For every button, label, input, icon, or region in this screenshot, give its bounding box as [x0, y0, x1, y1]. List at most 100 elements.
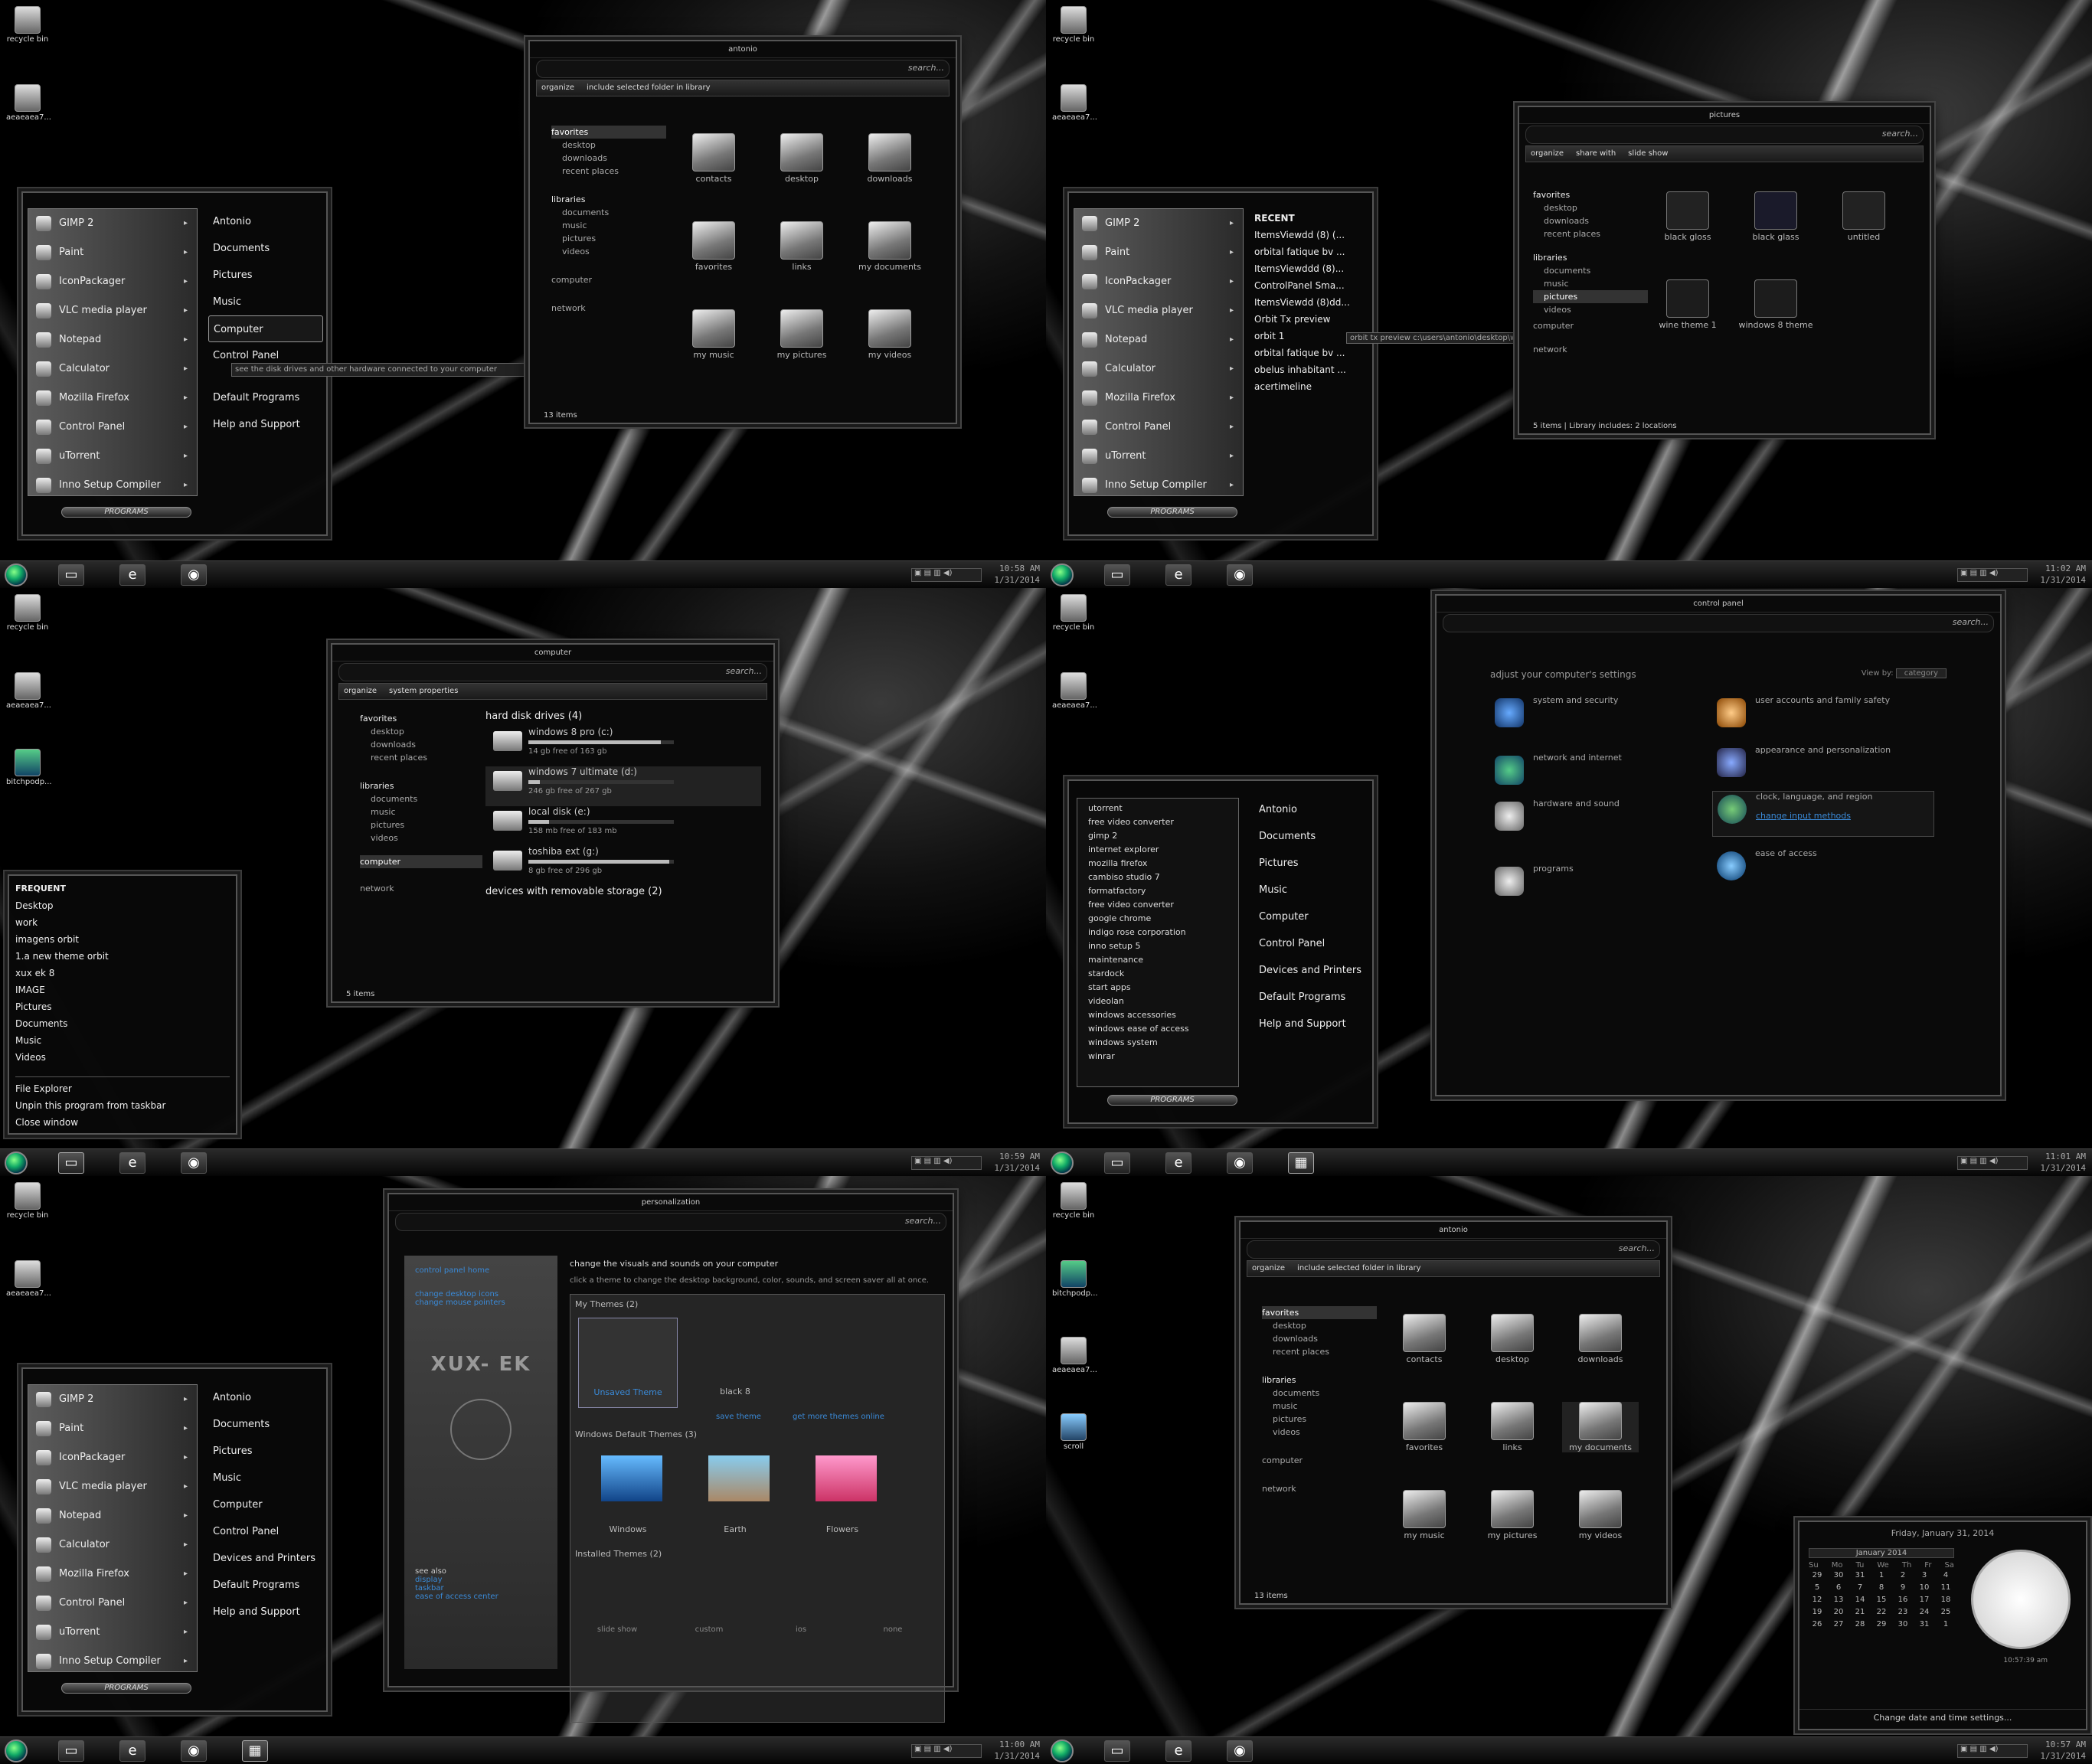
calendar-day[interactable]: 27: [1830, 1619, 1847, 1631]
nav-item[interactable]: recent places: [1533, 227, 1648, 240]
chrome-taskbar-icon[interactable]: ◉: [181, 564, 207, 586]
start-item[interactable]: Control Panel: [28, 1589, 197, 1618]
clock[interactable]: 10:57 AM 1/31/2014: [2040, 1739, 2086, 1762]
programs-button[interactable]: PROGRAMS: [61, 1683, 191, 1694]
start-link[interactable]: Antonio: [208, 208, 323, 235]
start-item[interactable]: GIMP 2: [28, 1385, 197, 1414]
folder-tile[interactable]: links: [1474, 1402, 1551, 1452]
start-item[interactable]: Calculator: [28, 1530, 197, 1560]
nav-item[interactable]: recent places: [551, 165, 666, 178]
folder-tile[interactable]: my documents: [852, 221, 928, 272]
calendar-day[interactable]: 23: [1894, 1606, 1911, 1619]
calendar-day[interactable]: 30: [1894, 1619, 1911, 1631]
drive-item[interactable]: local disk (e:) 158 mb free of 183 mb: [485, 806, 761, 846]
nav-item[interactable]: network: [1262, 1482, 1377, 1495]
folder-tile[interactable]: my videos: [1562, 1490, 1639, 1540]
start-link[interactable]: Default Programs: [208, 1572, 323, 1599]
jumplist-item[interactable]: imagens orbit: [15, 931, 230, 948]
get-more-themes-link[interactable]: get more themes online: [793, 1413, 884, 1421]
none-option[interactable]: none: [851, 1570, 935, 1634]
calendar-day[interactable]: 1: [1873, 1570, 1890, 1582]
chrome-taskbar-icon[interactable]: ◉: [1227, 1152, 1253, 1174]
start-item[interactable]: uTorrent: [28, 1618, 197, 1647]
start-button[interactable]: [1051, 1152, 1074, 1174]
folder-tile[interactable]: desktop: [1474, 1314, 1551, 1364]
start-item[interactable]: Mozilla Firefox: [28, 384, 197, 413]
start-link[interactable]: Antonio: [208, 1384, 323, 1411]
explorer-taskbar-icon[interactable]: ▭: [58, 1740, 84, 1762]
system-properties-button[interactable]: system properties: [389, 687, 458, 695]
category-item[interactable]: system and security: [1490, 695, 1705, 741]
file-icon[interactable]: aeaeaea7...: [1052, 672, 1097, 710]
nav-item[interactable]: libraries: [360, 779, 482, 792]
system-tray[interactable]: ▣ ▤ ▥ ◀): [1957, 1156, 2028, 1170]
theme-flowers[interactable]: Flowers: [793, 1448, 892, 1538]
calendar-day[interactable]: 21: [1852, 1606, 1868, 1619]
start-item[interactable]: Calculator: [1074, 354, 1243, 384]
nav-item[interactable]: recent places: [1262, 1345, 1377, 1358]
calendar-day[interactable]: 31: [1916, 1619, 1933, 1631]
start-button[interactable]: [1051, 564, 1074, 586]
start-item[interactable]: Mozilla Firefox: [28, 1560, 197, 1589]
nav-item[interactable]: favorites: [1262, 1306, 1377, 1319]
nav-item[interactable]: desktop: [1533, 201, 1648, 214]
folder-tile[interactable]: my videos: [852, 309, 928, 360]
folder-tile[interactable]: my pictures: [1474, 1490, 1551, 1540]
nav-item[interactable]: music: [1262, 1400, 1377, 1413]
change-date-time-link[interactable]: Change date and time settings...: [1799, 1709, 2086, 1723]
calendar-day[interactable]: 13: [1830, 1594, 1847, 1606]
start-item[interactable]: Calculator: [28, 354, 197, 384]
organize-button[interactable]: organize: [1252, 1264, 1285, 1272]
start-link[interactable]: Documents: [208, 235, 323, 262]
start-item[interactable]: Control Panel: [1074, 413, 1243, 442]
program-item[interactable]: free video converter: [1088, 898, 1235, 912]
calendar-day[interactable]: 26: [1809, 1619, 1826, 1631]
nav-network[interactable]: network: [551, 302, 666, 315]
nav-item[interactable]: pictures: [1262, 1413, 1377, 1426]
calendar-day[interactable]: 28: [1852, 1619, 1868, 1631]
nav-item[interactable]: favorites: [1533, 188, 1648, 201]
category-item[interactable]: user accounts and family safety: [1712, 695, 1934, 741]
nav-item[interactable]: videos: [1533, 303, 1648, 316]
nav-item[interactable]: music: [1533, 277, 1648, 290]
chrome-taskbar-icon[interactable]: ◉: [181, 1740, 207, 1762]
nav-item[interactable]: documents: [1533, 264, 1648, 277]
recent-item[interactable]: orbit 1: [1254, 328, 1350, 345]
unpin-task[interactable]: Unpin this program from taskbar: [15, 1097, 230, 1114]
jumplist-item[interactable]: IMAGE: [15, 982, 230, 998]
nav-item[interactable]: computer: [1533, 319, 1648, 332]
ease-of-access-link[interactable]: ease of access center: [415, 1592, 547, 1601]
program-item[interactable]: inno setup 5: [1088, 939, 1235, 953]
recent-item[interactable]: acertimeline: [1254, 378, 1350, 395]
calendar-month[interactable]: January 2014: [1809, 1548, 1954, 1558]
programs-button[interactable]: PROGRAMS: [1107, 1095, 1237, 1106]
chrome-taskbar-icon[interactable]: ◉: [1227, 1740, 1253, 1762]
start-item[interactable]: Paint: [28, 1414, 197, 1443]
nav-item[interactable]: desktop: [551, 139, 666, 152]
nav-item[interactable]: downloads: [1533, 214, 1648, 227]
recent-item[interactable]: ItemsViewddd (8)...: [1254, 260, 1350, 277]
calendar-day[interactable]: 12: [1809, 1594, 1826, 1606]
change-input-methods-link[interactable]: change input methods: [1756, 811, 1933, 821]
nav-item[interactable]: music: [551, 219, 666, 232]
ie-taskbar-icon[interactable]: e: [119, 564, 145, 586]
recycle-bin-icon[interactable]: recycle bin: [6, 6, 49, 44]
control-panel-home-link[interactable]: control panel home: [415, 1266, 547, 1275]
start-item[interactable]: VLC media player: [1074, 296, 1243, 325]
calendar-day[interactable]: 29: [1809, 1570, 1826, 1582]
program-item[interactable]: internet explorer: [1088, 843, 1235, 857]
nav-item[interactable]: videos: [1262, 1426, 1377, 1439]
nav-item[interactable]: network: [1533, 343, 1648, 356]
drive-item[interactable]: windows 7 ultimate (d:) 246 gb free of 26…: [485, 766, 761, 806]
jumplist-item[interactable]: Documents: [15, 1015, 230, 1032]
start-item[interactable]: Paint: [1074, 238, 1243, 267]
calendar-day[interactable]: 30: [1830, 1570, 1847, 1582]
start-item[interactable]: IconPackager: [28, 267, 197, 296]
start-link[interactable]: Pictures: [1254, 850, 1369, 877]
picture-tile[interactable]: windows 8 theme: [1737, 279, 1814, 330]
nav-item[interactable]: libraries: [1262, 1374, 1377, 1387]
start-link[interactable]: Music: [1254, 877, 1369, 903]
clock[interactable]: 11:00 AM 1/31/2014: [994, 1739, 1040, 1762]
view-by-dropdown[interactable]: category: [1895, 668, 1947, 678]
change-desktop-icons-link[interactable]: change desktop icons: [415, 1290, 547, 1298]
